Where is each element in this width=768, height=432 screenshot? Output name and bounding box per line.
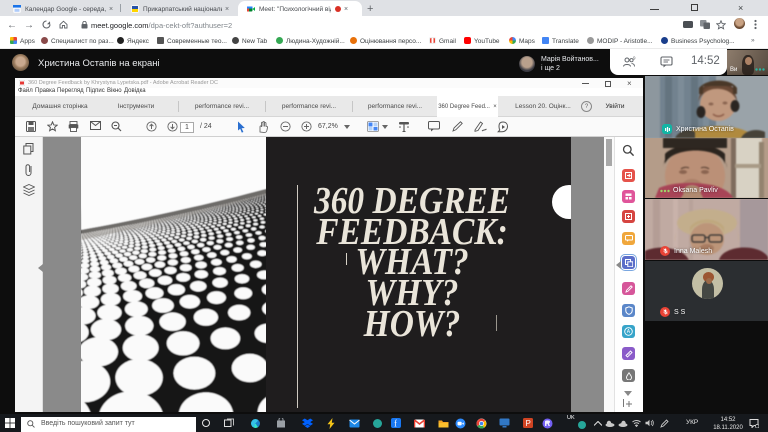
svg-text:A: A <box>627 329 631 335</box>
svg-text:P: P <box>526 419 531 428</box>
svg-text:9: 9 <box>633 56 636 61</box>
svg-text:f: f <box>394 419 397 429</box>
